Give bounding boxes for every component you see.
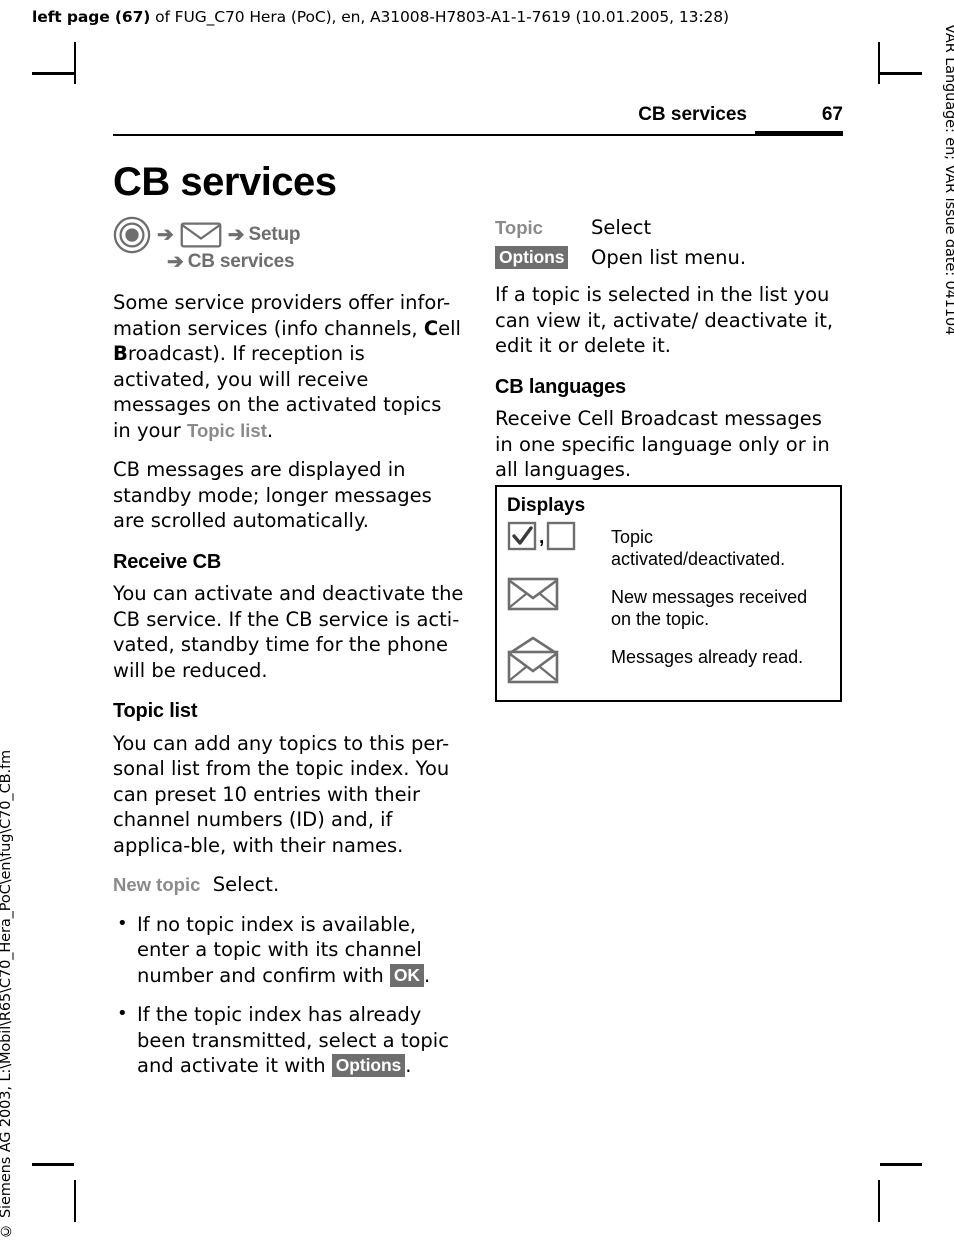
crop-mark-bottom-left-horizontal <box>32 1163 74 1166</box>
nav-step-setup: Setup <box>248 224 301 245</box>
term-new-topic: New topic <box>113 874 201 895</box>
displays-row-1-icons: , <box>507 521 611 551</box>
displays-row-read-messages: Messages already read. <box>507 636 830 684</box>
definition-description-options: Open list menu. <box>591 246 747 269</box>
nav-step-cb-services: CB services <box>187 251 295 272</box>
displays-row-new-messages: New messages received on the topic. <box>507 576 830 630</box>
document-header-bold: left page (67) <box>32 8 151 26</box>
displays-row-2-icons <box>507 576 611 612</box>
checkbox-empty-icon <box>547 521 576 551</box>
bullet-2-text-after: . <box>405 1054 412 1077</box>
envelope-closed-icon <box>507 577 559 611</box>
list-item: If the topic index has already been tran… <box>113 1001 465 1079</box>
header-rule-thin <box>113 134 755 136</box>
displays-row-1-description: Topic activated/deactivated. <box>611 527 786 569</box>
paragraph-topic-list: You can add any topics to this per-sonal… <box>113 731 450 857</box>
crop-mark-top-left-vertical <box>74 42 76 84</box>
running-head-chapter: CB services <box>638 104 747 125</box>
navigation-path-row-2: ➔ CB services <box>161 250 465 274</box>
displays-row-3-description: Messages already read. <box>611 647 804 667</box>
icon-separator-comma: , <box>539 527 545 548</box>
left-column: CB services ➔ ➔ Setup ➔ CB services Some… <box>113 160 465 1093</box>
displays-row-activated: , Topic activated/deactivated. <box>507 521 830 570</box>
paragraph-receive-cb: You can activate and deactivate the CB s… <box>113 582 464 682</box>
crop-mark-bottom-left-vertical <box>74 1180 76 1222</box>
softkey-options-badge[interactable]: Options <box>495 246 569 269</box>
crop-mark-top-left-horizontal <box>32 72 74 75</box>
list-item: If no topic index is available, enter a … <box>113 911 465 989</box>
softkey-options[interactable]: Options <box>331 1054 406 1077</box>
nav-arrow-icon-1: ➔ <box>157 224 174 246</box>
displays-row-3-icons <box>507 636 611 684</box>
definition-description-topic: Select <box>591 216 652 239</box>
definition-row-topic: Topic Select <box>495 215 845 240</box>
document-header-rest: of FUG_C70 Hera (PoC), en, A31008-H7803-… <box>150 8 729 26</box>
crop-mark-bottom-right-vertical <box>878 1180 880 1222</box>
paragraph-cb-languages: Receive Cell Broadcast messages in one s… <box>495 407 830 481</box>
crop-mark-bottom-right-horizontal <box>880 1163 922 1166</box>
crop-mark-top-right-vertical <box>878 42 880 84</box>
running-head: CB services 67 <box>113 104 843 138</box>
intro-part-4: . <box>266 418 274 442</box>
navigation-path-row-1: ➔ ➔ Setup <box>113 216 465 254</box>
displays-box-title: Displays <box>507 495 586 516</box>
document-header: left page (67) of FUG_C70 Hera (PoC), en… <box>32 8 729 26</box>
heading-cb-languages: CB languages <box>495 375 626 398</box>
paragraph-topic-selected: If a topic is selected in the list you c… <box>495 283 834 357</box>
definition-term-options: Options <box>495 245 591 270</box>
navigation-path: ➔ ➔ Setup ➔ CB services <box>113 216 465 274</box>
nav-arrow-icon-2: ➔ <box>227 224 245 246</box>
bullet-list: If no topic index is available, enter a … <box>113 911 465 1079</box>
definition-term-topic: Topic <box>495 217 543 238</box>
softkey-ok[interactable]: OK <box>389 963 424 987</box>
displays-box: Displays , Topic activated/deactivated. … <box>495 485 842 702</box>
new-topic-row: New topic Select. <box>113 872 465 898</box>
side-text-right: VAR Language: en; VAR issue date: 041104 <box>942 24 954 336</box>
intro-part-3: roadcast). If reception is activated, yo… <box>113 342 442 442</box>
displays-row-2-description: New messages received on the topic. <box>611 587 808 629</box>
paragraph-cb-messages: CB messages are displayed in standby mod… <box>113 458 432 532</box>
intro-part-2: ell <box>438 316 461 340</box>
crop-mark-top-right-horizontal <box>880 72 922 75</box>
bullet-1-text-after: . <box>423 963 431 987</box>
checkbox-checked-icon <box>507 521 537 551</box>
heading-topic-list: Topic list <box>113 700 198 722</box>
bullet-1-text-before: If no topic index is available, enter a … <box>137 912 422 987</box>
heading-receive-cb: Receive CB <box>113 550 222 573</box>
header-rule-thick <box>755 131 843 136</box>
page-number: 67 <box>821 104 843 125</box>
joystick-control-icon <box>113 216 151 254</box>
page-title: CB services <box>113 160 337 204</box>
envelope-open-icon <box>507 636 559 684</box>
intro-part-1: Some service providers offer infor-matio… <box>113 291 451 340</box>
intro-bold-b: B <box>113 342 128 365</box>
nav-arrow-icon-3: ➔ <box>167 251 184 273</box>
side-text-left: © Siemens AG 2003, L:\Mobil\R65\C70_Hera… <box>0 749 14 1238</box>
intro-paragraph: Some service providers offer infor-matio… <box>113 290 465 443</box>
right-column: Topic Select Options Open list menu. If … <box>495 215 845 497</box>
term-topic-list: Topic list <box>187 419 267 441</box>
new-topic-action: Select. <box>212 873 280 896</box>
definition-row-options: Options Open list menu. <box>495 245 845 270</box>
intro-bold-c: C <box>423 316 439 340</box>
envelope-icon <box>180 222 222 248</box>
